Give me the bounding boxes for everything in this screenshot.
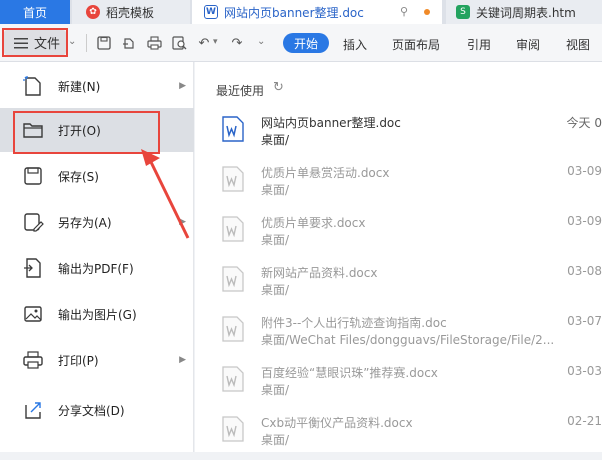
tab-label: 首页 [22,5,47,20]
file-name: 网站内页banner整理.doc [261,116,401,130]
file-path: 桌面/ [261,433,290,447]
recent-file-row[interactable]: 新网站产品资料.docx 桌面/ 03-08 [195,260,602,310]
recent-file-row[interactable]: 优质片单悬赏活动.docx 桌面/ 03-09 [195,160,602,210]
recent-file-row[interactable]: Cxb动平衡仪产品资料.docx 桌面/ 02-21 [195,410,602,460]
more-dropdown-icon[interactable]: ⌄ [257,36,265,47]
menu-item-label: 输出为PDF(F) [58,261,134,276]
menu-item-label: 打印(P) [58,353,99,368]
tab-review[interactable]: 审阅 [516,36,540,53]
tab-home[interactable]: 首页 [0,0,70,24]
file-date: 03-07 [567,314,602,328]
word-doc-icon [222,116,244,142]
save-icon [24,167,42,185]
file-path: 桌面/ [261,383,290,397]
daoke-logo-icon: ✿ [86,5,100,19]
undo-icon[interactable]: ↶ [196,35,212,51]
menu-item-export-image[interactable]: 输出为图片(G) [0,292,194,336]
file-menu-sidebar: 新建(N) ▶ 打开(O) 保存(S) 另存为(A) ▶ 输出为PDF(F) 输… [0,62,194,452]
doc-file-icon [222,266,244,292]
recent-file-row[interactable]: 优质片单要求.docx 桌面/ 03-09 [195,210,602,260]
doc-file-icon [222,416,244,442]
share-icon [25,402,41,419]
tab-daoke-templates[interactable]: ✿ 稻壳模板 [72,0,190,24]
recent-files-panel: 最近使用 ↻ 网站内页banner整理.doc 桌面/ 今天 0 优质片单悬赏活… [195,62,602,452]
tab-start-label: 开始 [293,36,318,51]
menu-item-new[interactable]: 新建(N) ▶ [0,64,194,108]
menu-item-label: 分享文档(D) [58,403,125,418]
recent-title: 最近使用 [216,84,265,98]
pdf-export-icon [24,258,41,278]
redo-icon[interactable]: ↷ [229,35,245,51]
recent-file-row[interactable]: 网站内页banner整理.doc 桌面/ 今天 0 [195,110,602,160]
menu-item-label: 输出为图片(G) [58,307,137,322]
file-date: 03-03 [567,364,602,378]
refresh-icon[interactable]: ↻ [273,80,284,95]
file-name: 附件3--个人出行轨迹查询指南.doc [261,316,447,330]
file-path: 桌面/ [261,183,290,197]
menu-item-label: 新建(N) [58,79,101,94]
tab-insert[interactable]: 插入 [343,36,367,53]
file-highlight-box [2,28,68,57]
tab-label: 关键词周期表.htm [476,5,576,20]
chevron-down-icon[interactable]: ⌄ [68,36,76,47]
chevron-right-icon: ▶ [179,81,186,91]
file-path: 桌面/WeChat Files/dongguavs/FileStorage/Fi… [261,333,555,347]
save-icon[interactable] [96,35,112,51]
file-date: 02-21 [567,414,602,428]
recent-file-row[interactable]: 百度经验“慧眼识珠”推荐赛.docx 桌面/ 03-03 [195,360,602,410]
doc-file-icon [222,216,244,242]
file-name: Cxb动平衡仪产品资料.docx [261,416,413,430]
chevron-right-icon: ▶ [179,217,186,227]
pin-icon[interactable]: ⚲ [400,5,408,18]
file-name: 百度经验“慧眼识珠”推荐赛.docx [261,366,438,380]
menu-item-label: 另存为(A) [58,215,112,230]
image-export-icon [24,306,42,322]
print-icon [23,351,43,369]
tab-references[interactable]: 引用 [467,36,491,53]
save-as-icon [24,213,44,232]
tab-page-layout[interactable]: 页面布局 [392,36,440,53]
file-date: 03-09 [567,214,602,228]
file-path: 桌面/ [261,133,290,147]
file-path: 桌面/ [261,283,290,297]
file-name: 优质片单要求.docx [261,216,366,230]
tab-start[interactable]: 开始 [283,33,329,53]
tab-keyword-table[interactable]: S 关键词周期表.htm [446,0,602,24]
new-icon [23,76,41,96]
menu-item-share[interactable]: 分享文档(D) [0,388,194,432]
undo-dropdown-icon[interactable]: ▾ [213,37,218,47]
divider [86,34,87,52]
unsaved-dot-icon [424,9,430,15]
tab-current-document[interactable]: W 网站内页banner整理.doc ⚲ [192,0,442,24]
print-icon[interactable] [146,35,162,51]
export-icon[interactable] [121,35,137,51]
toolbar: 文件 ⌄ ↶ ▾ ↷ ⌄ 开始 插入 页面布局 引用 审阅 视图 [0,24,602,62]
file-name: 优质片单悬赏活动.docx [261,166,390,180]
menu-item-save-as[interactable]: 另存为(A) ▶ [0,200,194,244]
file-date: 03-08 [567,264,602,278]
file-name: 新网站产品资料.docx [261,266,378,280]
tab-label: 稻壳模板 [106,5,155,20]
print-preview-icon[interactable] [171,35,187,51]
doc-file-icon [222,166,244,192]
file-path: 桌面/ [261,233,290,247]
word-doc-icon: W [204,5,218,19]
doc-file-icon [222,366,244,392]
doc-file-icon [222,316,244,342]
file-date: 今天 0 [566,116,602,130]
tab-label: 网站内页banner整理.doc [224,5,364,20]
recent-file-row[interactable]: 附件3--个人出行轨迹查询指南.doc 桌面/WeChat Files/dong… [195,310,602,360]
open-highlight-box [13,111,160,154]
chevron-right-icon: ▶ [179,355,186,365]
menu-item-save[interactable]: 保存(S) [0,154,194,198]
file-date: 03-09 [567,164,602,178]
tab-view[interactable]: 视图 [566,36,590,53]
menu-item-print[interactable]: 打印(P) ▶ [0,338,194,382]
menu-item-export-pdf[interactable]: 输出为PDF(F) [0,246,194,290]
sheet-icon: S [456,5,470,19]
tab-bar: 首页 ✿ 稻壳模板 W 网站内页banner整理.doc ⚲ S 关键词周期表.… [0,0,602,24]
menu-item-label: 保存(S) [58,169,99,184]
